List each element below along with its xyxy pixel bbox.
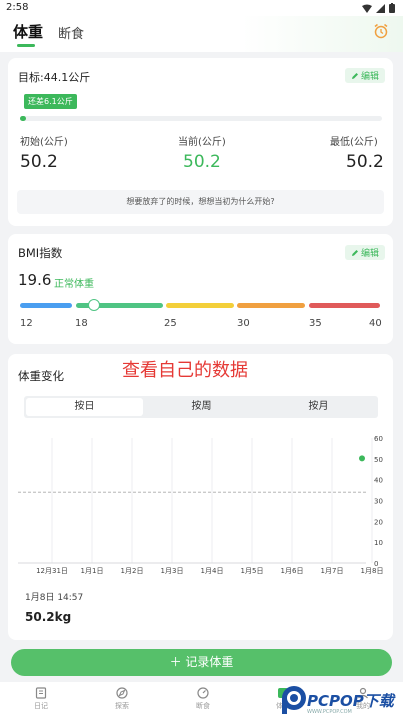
goal-progress-bar — [20, 116, 382, 121]
chart-y-tick-label: 60 — [374, 435, 383, 443]
tab-by-day[interactable]: 按日 — [26, 398, 143, 416]
nav-diary[interactable]: 日记 — [21, 687, 61, 711]
weight-change-title: 体重变化 — [18, 369, 64, 383]
nav-explore-label: 探索 — [115, 702, 129, 710]
bmi-value: 19.6 — [18, 271, 52, 289]
goal-progress-fill — [20, 116, 26, 121]
diary-icon — [35, 687, 47, 699]
current-weight-label: 当前(公斤) — [178, 137, 226, 148]
bmi-edit-label: 编辑 — [360, 249, 379, 259]
wifi-icon — [362, 4, 372, 13]
bmi-status: 正常体重 — [54, 279, 94, 290]
selected-record-date: 1月8日 14:57 — [25, 593, 84, 603]
bmi-edit-button[interactable]: 编辑 — [344, 245, 385, 260]
chart-x-tick-label: 1月3日 — [161, 567, 184, 575]
bmi-tick: 30 — [237, 318, 250, 329]
chart-x-tick-label: 1月6日 — [281, 567, 304, 575]
active-tab-indicator — [17, 44, 35, 47]
chart-x-tick-label: 1月2日 — [121, 567, 144, 575]
goal-edit-label: 编辑 — [360, 72, 379, 82]
pencil-icon — [351, 72, 358, 79]
battery-icon — [389, 3, 395, 13]
bmi-marker — [88, 299, 100, 311]
signal-icon — [376, 3, 385, 13]
top-tab-bar: 体重 断食 — [0, 16, 403, 52]
chart-y-tick-label: 30 — [374, 498, 383, 506]
chart-y-tick-label: 40 — [374, 477, 383, 485]
bmi-title: BMI指数 — [18, 246, 63, 260]
chart-x-tick-label: 1月5日 — [241, 567, 264, 575]
bmi-card: BMI指数 编辑 19.6 正常体重 12 18 25 30 35 40 — [8, 234, 393, 344]
pencil-icon — [351, 249, 358, 256]
motivation-tip: 想要放弃了的时候，想想当初为什么开始? — [17, 190, 384, 214]
bmi-segment-underweight — [20, 303, 72, 308]
bmi-tick: 40 — [369, 318, 382, 329]
explore-icon — [116, 687, 128, 699]
pcpop-logo-icon — [282, 686, 306, 714]
goal-card: 目标:44.1公斤 编辑 还差6.1公斤 初始(公斤) 50.2 当前(公斤) … — [8, 58, 393, 226]
goal-label: 目标:44.1公斤 — [18, 71, 91, 84]
bmi-tick: 25 — [164, 318, 177, 329]
nav-fasting[interactable]: 断食 — [183, 687, 223, 711]
chart-x-tick-label: 1月4日 — [201, 567, 224, 575]
status-time: 2:58 — [6, 2, 29, 13]
status-bar: 2:58 — [0, 0, 403, 16]
chart-y-tick-label: 20 — [374, 518, 383, 526]
chart-data-point — [359, 455, 365, 462]
weight-change-card: 体重变化 按日 按周 按月 0 10 20 30 40 50 60 12月31日 1月1日 1月2… — [8, 354, 393, 640]
tab-fasting[interactable]: 断食 — [58, 23, 84, 42]
chart-y-tick-label: 50 — [374, 456, 383, 464]
timer-icon — [197, 687, 209, 699]
chart-x-tick-label: 1月1日 — [81, 567, 104, 575]
goal-edit-button[interactable]: 编辑 — [344, 68, 385, 83]
nav-explore[interactable]: 探索 — [102, 687, 142, 711]
period-tabs: 按日 按周 按月 — [24, 396, 378, 418]
lowest-weight-label: 最低(公斤) — [330, 137, 378, 148]
alarm-clock-icon[interactable] — [373, 23, 389, 39]
lowest-weight-value: 50.2 — [346, 152, 384, 172]
bmi-segment-obese — [237, 303, 305, 308]
chart-x-tick-label: 12月31日 — [36, 567, 68, 575]
initial-weight-value: 50.2 — [20, 152, 58, 172]
chart-x-tick-label: 1月8日 — [361, 567, 384, 575]
current-weight-value: 50.2 — [183, 152, 221, 172]
initial-weight-label: 初始(公斤) — [20, 137, 68, 148]
plus-icon: ＋ — [169, 655, 186, 669]
watermark-subtext: WWW.PCPOP.COM — [307, 709, 352, 715]
chart-x-tick-label: 1月7日 — [321, 567, 344, 575]
tab-by-month[interactable]: 按月 — [260, 398, 377, 416]
bmi-segment-severe — [309, 303, 380, 308]
selected-record-value: 50.2kg — [25, 610, 72, 624]
nav-diary-label: 日记 — [34, 702, 48, 710]
record-weight-button[interactable]: ＋ 记录体重 — [11, 649, 392, 676]
remaining-badge: 还差6.1公斤 — [24, 94, 77, 109]
watermark: PCPOP下载 WWW.PCPOP.COM — [277, 682, 403, 720]
tab-weight[interactable]: 体重 — [13, 21, 43, 42]
chart-y-tick-label: 10 — [374, 539, 383, 547]
tab-by-week[interactable]: 按周 — [143, 398, 260, 416]
annotation-text: 查看自己的数据 — [122, 360, 248, 381]
nav-fasting-label: 断食 — [196, 702, 210, 710]
bmi-tick: 35 — [309, 318, 322, 329]
watermark-text: PCPOP下载 — [307, 692, 394, 710]
bmi-tick: 12 — [20, 318, 33, 329]
bmi-tick: 18 — [75, 318, 88, 329]
bmi-segment-overweight — [166, 303, 234, 308]
record-weight-label: 记录体重 — [185, 655, 234, 669]
weight-chart[interactable]: 010203040506012月31日 1月1日 1月2日 1月3日 1月4日 1月5日 1… — [8, 430, 393, 585]
status-icons — [362, 3, 395, 13]
